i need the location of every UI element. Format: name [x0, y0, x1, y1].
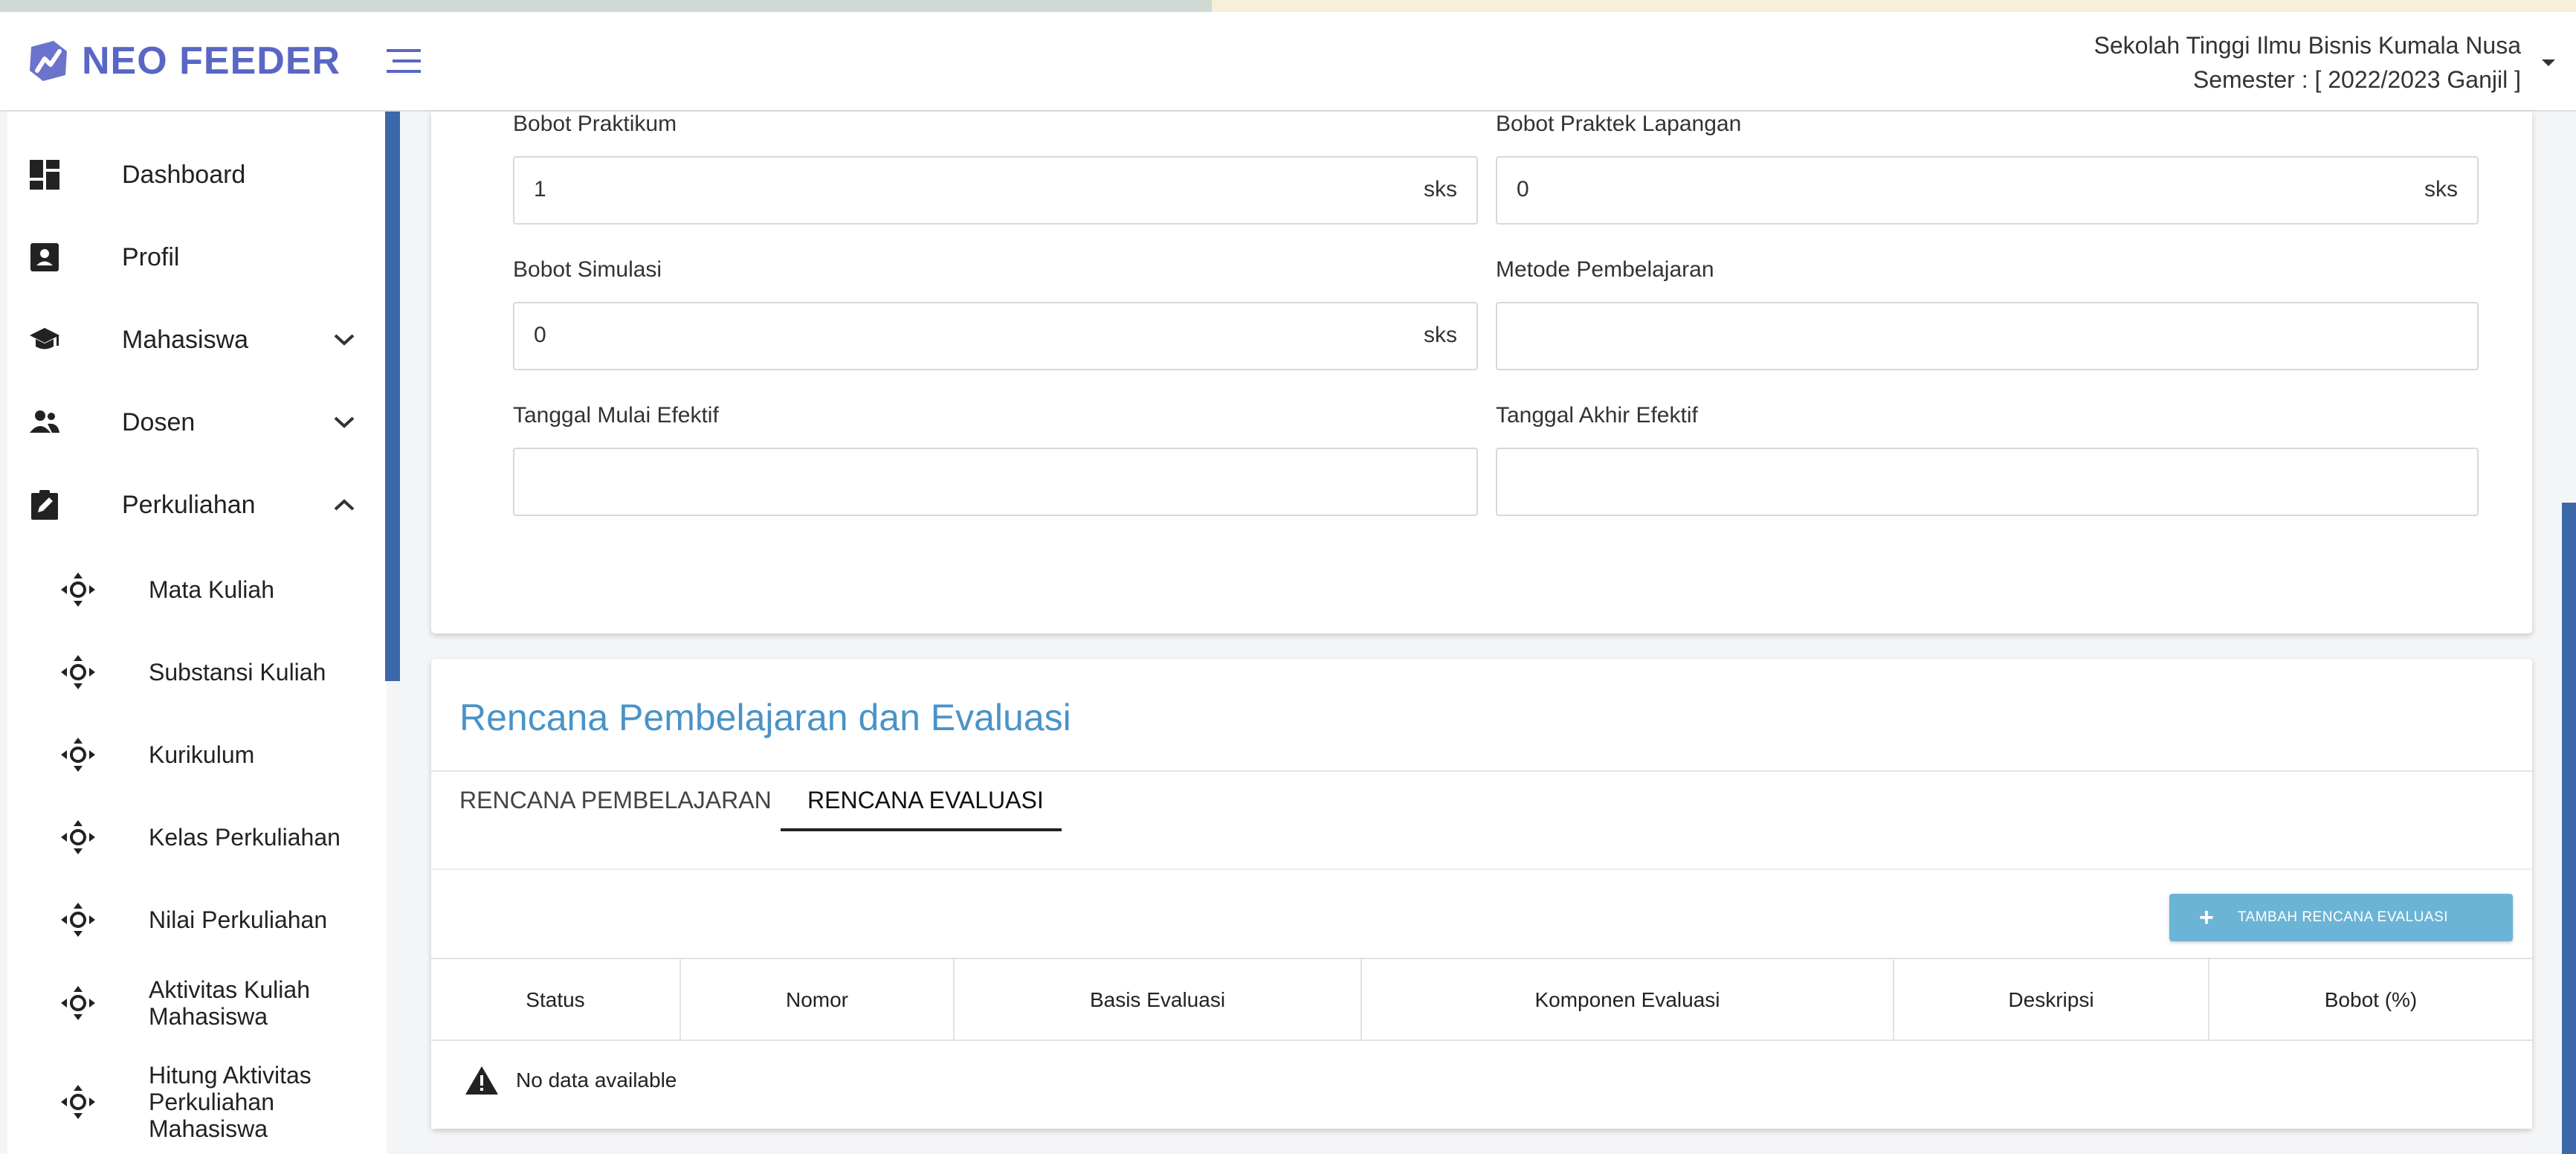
move-arrows-icon: [61, 1085, 95, 1119]
sks-unit: sks: [1424, 323, 1457, 347]
sidebar-subitem-hitung-aktivitas[interactable]: Hitung Aktivitas Perkuliahan Mahasiswa: [7, 1050, 387, 1154]
tab-rencana-evaluasi[interactable]: RENCANA EVALUASI: [807, 787, 1044, 814]
tanggal-mulai-label: Tanggal Mulai Efektif: [513, 403, 719, 428]
clipboard-edit-icon: [31, 490, 58, 520]
page-scrollbar[interactable]: [2562, 503, 2576, 1154]
sidebar-subitem-label: Kelas Perkuliahan: [149, 824, 340, 851]
sidebar-subitem-label: Mata Kuliah: [149, 576, 274, 603]
sidebar-subitem-label: Aktivitas Kuliah Mahasiswa: [149, 976, 310, 1030]
column-header-status[interactable]: Status: [431, 959, 681, 1041]
empty-message: No data available: [516, 1068, 677, 1092]
user-info[interactable]: Sekolah Tinggi Ilmu Bisnis Kumala Nusa S…: [2094, 28, 2522, 97]
tanggal-akhir-field[interactable]: [1496, 448, 2479, 516]
sidebar-item-profil[interactable]: Profil: [7, 224, 387, 291]
metode-pembelajaran-field[interactable]: [1496, 302, 2479, 370]
sidebar-subitem-aktivitas-kuliah-mahasiswa[interactable]: Aktivitas Kuliah Mahasiswa: [7, 964, 387, 1042]
move-arrows-icon: [61, 738, 95, 772]
empty-state: No data available: [464, 1065, 677, 1096]
sks-unit: sks: [2424, 177, 2458, 202]
bobot-simulasi-label: Bobot Simulasi: [513, 257, 662, 282]
semester-label: Semester : [ 2022/2023 Ganjil ]: [2192, 66, 2521, 93]
institution-name: Sekolah Tinggi Ilmu Bisnis Kumala Nusa: [2094, 32, 2522, 59]
move-arrows-icon: [61, 655, 95, 689]
chevron-up-icon: [334, 499, 355, 511]
move-arrows-icon: [61, 820, 95, 854]
top-band-left: [0, 0, 1212, 12]
plus-icon: +: [2199, 903, 2214, 932]
sidebar-subitem-label: Nilai Perkuliahan: [149, 906, 328, 933]
sidebar-item-mahasiswa[interactable]: Mahasiswa: [7, 306, 387, 373]
sidebar: Dashboard Profil Mahasiswa Dosen Perkuli…: [7, 112, 387, 1154]
sidebar-item-label: Dashboard: [122, 160, 246, 189]
add-evaluation-button[interactable]: + TAMBAH RENCANA EVALUASI: [2169, 894, 2513, 941]
sidebar-item-label: Perkuliahan: [122, 490, 256, 519]
bobot-praktek-lapangan-value: 0: [1517, 177, 1529, 202]
sidebar-subitem-label: Substansi Kuliah: [149, 659, 326, 686]
column-header-deskripsi[interactable]: Deskripsi: [1894, 959, 2209, 1041]
evaluation-table-header: Status Nomor Basis Evaluasi Komponen Eva…: [431, 958, 2532, 1041]
sidebar-item-dashboard[interactable]: Dashboard: [7, 141, 387, 208]
app-name: NEO FEEDER: [82, 39, 341, 83]
sidebar-subitem-kurikulum[interactable]: Kurikulum: [7, 721, 387, 788]
sidebar-item-label: Dosen: [122, 407, 196, 436]
tanggal-mulai-field[interactable]: [513, 448, 1478, 516]
sidebar-scrollbar[interactable]: [385, 112, 400, 681]
bobot-praktek-lapangan-label: Bobot Praktek Lapangan: [1496, 112, 1742, 136]
move-arrows-icon: [61, 986, 95, 1020]
sidebar-subitem-substansi-kuliah[interactable]: Substansi Kuliah: [7, 639, 387, 706]
bobot-praktikum-value: 1: [534, 177, 546, 202]
top-band-right: [1212, 0, 2576, 12]
column-header-bobot[interactable]: Bobot (%): [2209, 959, 2532, 1041]
neo-feeder-logo-icon: [30, 41, 67, 81]
column-header-basis-evaluasi[interactable]: Basis Evaluasi: [955, 959, 1362, 1041]
add-evaluation-label: TAMBAH RENCANA EVALUASI: [2237, 909, 2449, 925]
app-header: NEO FEEDER Sekolah Tinggi Ilmu Bisnis Ku…: [0, 12, 2576, 112]
sidebar-subitem-label: Kurikulum: [149, 741, 255, 768]
course-form-card: Bobot Praktikum 1 sks Bobot Praktek Lapa…: [431, 112, 2532, 634]
dashboard-icon: [30, 160, 59, 190]
bobot-simulasi-field[interactable]: 0 sks: [513, 302, 1478, 370]
people-icon: [30, 410, 59, 433]
app-logo[interactable]: NEO FEEDER: [24, 36, 340, 86]
active-tab-indicator: [781, 828, 1062, 831]
tab-rencana-pembelajaran[interactable]: RENCANA PEMBELAJARAN: [459, 787, 772, 814]
column-header-komponen-evaluasi[interactable]: Komponen Evaluasi: [1362, 959, 1894, 1041]
sidebar-item-perkuliahan[interactable]: Perkuliahan: [7, 471, 387, 538]
sidebar-item-label: Mahasiswa: [122, 325, 249, 354]
sidebar-subitem-label: Hitung Aktivitas Perkuliahan Mahasiswa: [149, 1062, 311, 1142]
learning-evaluation-card: Rencana Pembelajaran dan Evaluasi RENCAN…: [431, 659, 2532, 1129]
sidebar-item-label: Profil: [122, 242, 180, 271]
move-arrows-icon: [61, 903, 95, 937]
move-arrows-icon: [61, 573, 95, 607]
bobot-praktikum-field[interactable]: 1 sks: [513, 156, 1478, 225]
profile-card-icon: [30, 243, 59, 271]
sidebar-item-dosen[interactable]: Dosen: [7, 389, 387, 456]
tanggal-akhir-label: Tanggal Akhir Efektif: [1496, 403, 1698, 428]
chevron-down-icon: [334, 334, 355, 346]
hamburger-menu-icon[interactable]: [387, 46, 425, 76]
caret-down-icon[interactable]: [2537, 55, 2560, 70]
sidebar-subitem-mata-kuliah[interactable]: Mata Kuliah: [7, 556, 387, 623]
bobot-praktek-lapangan-field[interactable]: 0 sks: [1496, 156, 2479, 225]
bobot-praktikum-label: Bobot Praktikum: [513, 112, 677, 136]
graduation-cap-icon: [30, 328, 59, 349]
bobot-simulasi-value: 0: [534, 323, 546, 347]
section-title: Rencana Pembelajaran dan Evaluasi: [459, 697, 1071, 738]
chevron-down-icon: [334, 416, 355, 428]
sidebar-subitem-kelas-perkuliahan[interactable]: Kelas Perkuliahan: [7, 804, 387, 871]
sks-unit: sks: [1424, 177, 1457, 202]
evaluation-panel: + TAMBAH RENCANA EVALUASI Status Nomor B…: [431, 868, 2532, 1129]
sidebar-subitem-nilai-perkuliahan[interactable]: Nilai Perkuliahan: [7, 886, 387, 953]
column-header-nomor[interactable]: Nomor: [681, 959, 955, 1041]
tab-divider: [431, 770, 2532, 772]
metode-pembelajaran-label: Metode Pembelajaran: [1496, 257, 1714, 282]
warning-icon: [465, 1066, 498, 1095]
